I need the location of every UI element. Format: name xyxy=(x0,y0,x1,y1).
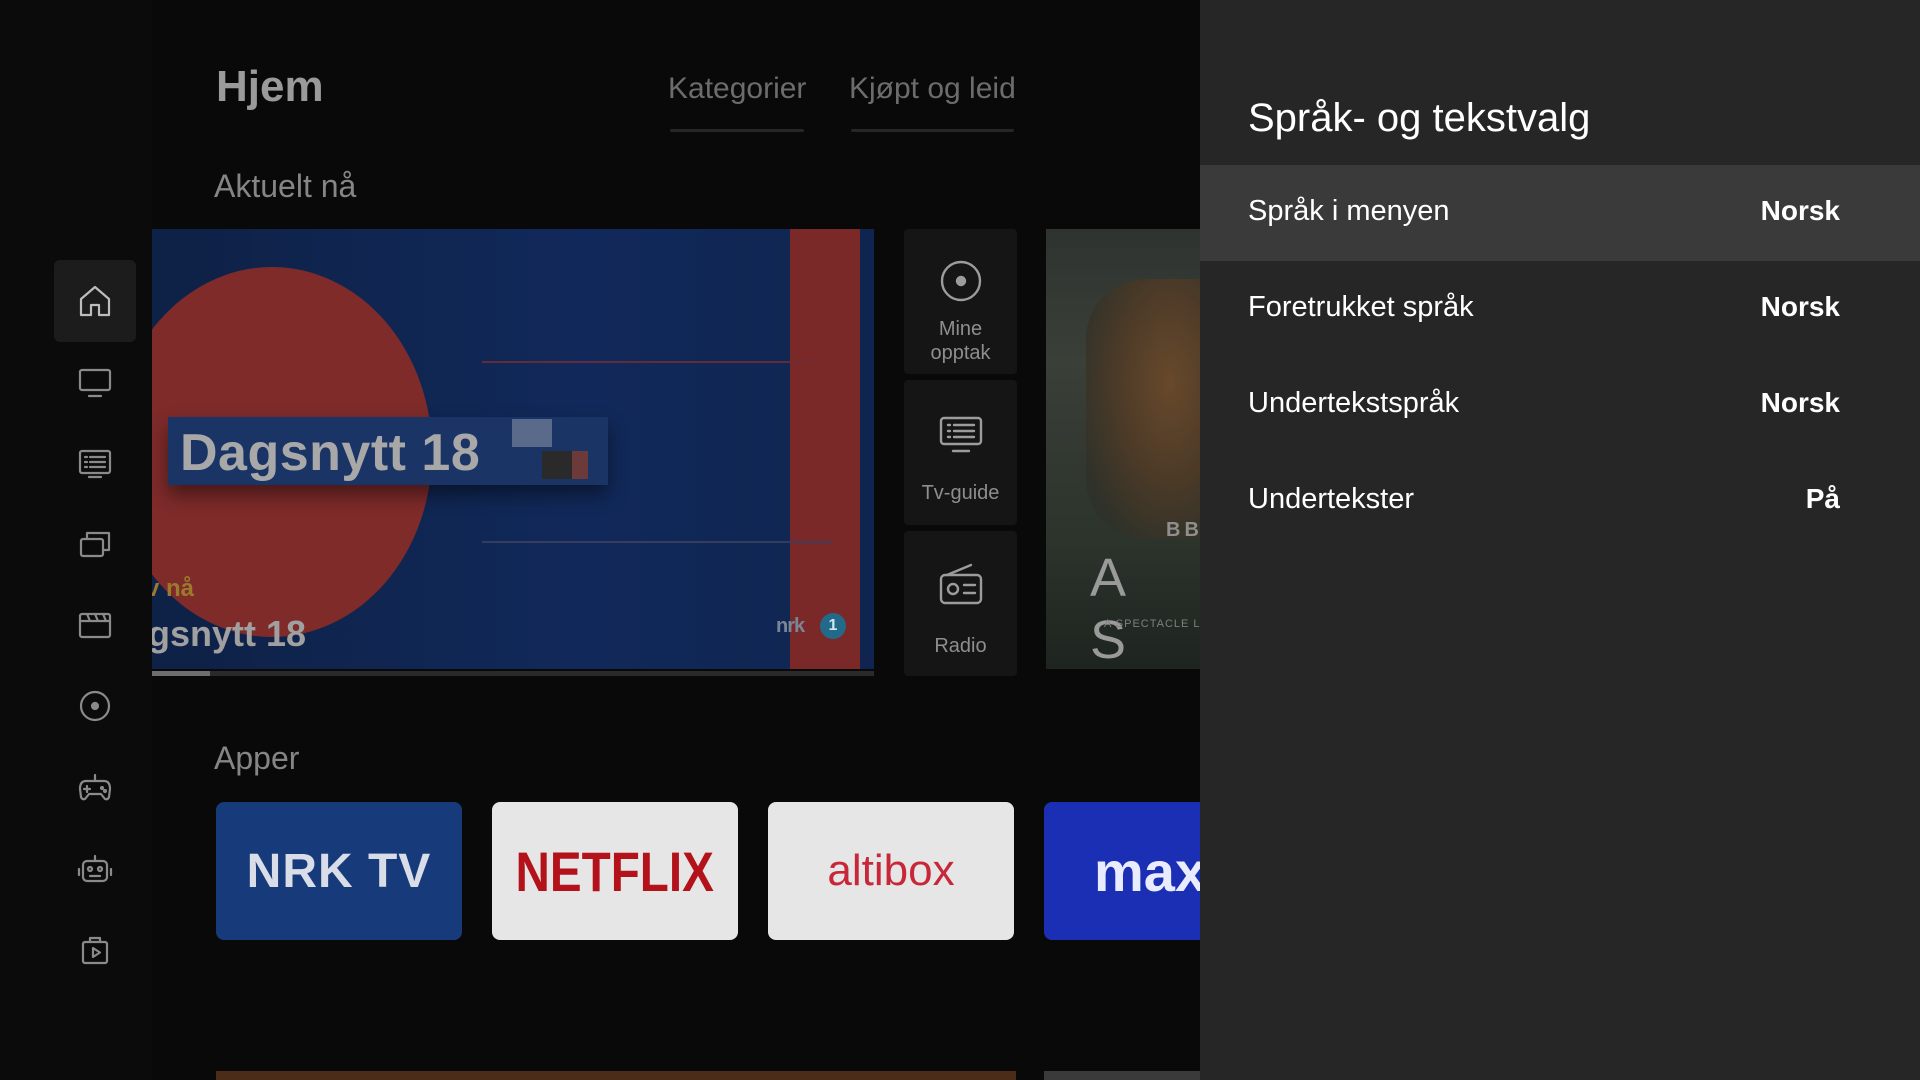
home-icon xyxy=(79,285,111,317)
hero-art-streak xyxy=(482,541,832,543)
next-row-peek xyxy=(1044,1071,1200,1080)
channel-logo: nrk xyxy=(776,615,805,637)
app-name: NETFLIX xyxy=(515,839,715,903)
shortcut-tv-guide[interactable]: Tv-guide xyxy=(904,380,1017,525)
side-navigation xyxy=(0,0,152,1080)
app-name: max xyxy=(1094,839,1200,903)
next-row-peek xyxy=(216,1071,1016,1080)
setting-label: Språk i menyen xyxy=(1248,195,1450,227)
tab-kategorier[interactable]: Kategorier xyxy=(668,72,807,132)
home-screen: Hjem Kategorier Kjøpt og leid Aktuelt nå… xyxy=(152,0,1200,1080)
nav-home[interactable] xyxy=(54,260,136,342)
nav-library[interactable] xyxy=(54,503,136,585)
setting-value: Norsk xyxy=(1760,387,1840,418)
hero-progress-bar xyxy=(152,671,874,676)
app-name: NRK TV xyxy=(246,844,432,898)
shortcut-label: Mine opptak xyxy=(930,318,991,364)
hero-show-title: gsnytt 18 xyxy=(152,613,307,654)
bag-play-icon xyxy=(81,936,109,965)
setting-value: Norsk xyxy=(1760,291,1840,322)
tv-guide-icon xyxy=(939,416,983,453)
nav-recordings[interactable] xyxy=(54,665,136,747)
app-tile-max[interactable]: max xyxy=(1044,802,1200,940)
nav-movies[interactable] xyxy=(54,584,136,666)
setting-row-menu-language[interactable]: Språk i menyen Norsk xyxy=(1200,165,1920,261)
hero-plate-text: Dagsnytt 18 xyxy=(180,424,481,482)
record-icon xyxy=(79,690,111,722)
setting-value: På xyxy=(1805,483,1840,514)
tab-label: Kjøpt og leid xyxy=(849,72,1016,105)
setting-row-preferred-language[interactable]: Foretrukket språk Norsk xyxy=(1200,261,1920,357)
setting-label: Undertekster xyxy=(1248,483,1415,515)
hero-art-glitch xyxy=(572,451,588,479)
nav-store[interactable] xyxy=(54,908,136,990)
hero-progress-fill xyxy=(152,671,210,676)
app-tile-netflix[interactable]: NETFLIX xyxy=(492,802,738,940)
radio-icon xyxy=(939,563,983,605)
featured-card-tagline: A SPECTACLE L xyxy=(1104,618,1200,630)
shortcut-mine-opptak[interactable]: Mine opptak xyxy=(904,229,1017,374)
section-title-apps: Apper xyxy=(214,740,300,776)
setting-label: Foretrukket språk xyxy=(1248,291,1474,323)
robot-icon xyxy=(77,854,113,883)
hero-art-glitch xyxy=(542,451,572,479)
tv-icon xyxy=(78,368,112,398)
hero-art-streak xyxy=(482,361,812,363)
hero-art-bar xyxy=(790,229,860,669)
clapper-icon xyxy=(78,612,112,639)
hero-live-label: v nå xyxy=(152,575,195,602)
nav-guide[interactable] xyxy=(54,422,136,504)
shortcut-label: Tv-guide xyxy=(921,482,1000,504)
page-title: Hjem xyxy=(216,62,324,111)
language-settings-panel: Språk- og tekstvalg Språk i menyen Norsk… xyxy=(1200,0,1920,1080)
nav-tv[interactable] xyxy=(54,341,136,423)
setting-row-subtitle-language[interactable]: Undertekstspråk Norsk xyxy=(1200,357,1920,453)
record-icon xyxy=(940,260,982,302)
tab-label: Kategorier xyxy=(668,72,807,105)
app-tile-nrk-tv[interactable]: NRK TV xyxy=(216,802,462,940)
tab-kjopt-og-leid[interactable]: Kjøpt og leid xyxy=(849,72,1016,132)
channel-number-badge: 1 xyxy=(820,613,846,639)
featured-card[interactable]: BBC A S A SPECTACLE L xyxy=(1046,229,1200,669)
hero-card[interactable]: Dagsnytt 18 v nå gsnytt 18 nrk 1 xyxy=(152,229,874,669)
panel-title: Språk- og tekstvalg xyxy=(1248,96,1591,140)
featured-card-art xyxy=(1086,279,1200,539)
nav-games[interactable] xyxy=(54,746,136,828)
shortcut-radio[interactable]: Radio xyxy=(904,531,1017,676)
hero-art-glitch xyxy=(512,419,552,447)
featured-card-network: BBC xyxy=(1166,519,1200,541)
app-tile-altibox[interactable]: altibox xyxy=(768,802,1014,940)
section-title-now: Aktuelt nå xyxy=(214,168,357,204)
setting-value: Norsk xyxy=(1760,195,1840,226)
nav-kids[interactable] xyxy=(54,827,136,909)
stack-icon xyxy=(79,531,111,558)
app-name: altibox xyxy=(827,846,955,895)
gamepad-icon xyxy=(78,773,112,801)
setting-row-subtitles[interactable]: Undertekster På xyxy=(1200,453,1920,549)
setting-label: Undertekstspråk xyxy=(1248,387,1460,419)
featured-card-title: A S xyxy=(1090,548,1145,669)
guide-icon xyxy=(78,449,112,479)
shortcut-label: Radio xyxy=(934,635,987,657)
